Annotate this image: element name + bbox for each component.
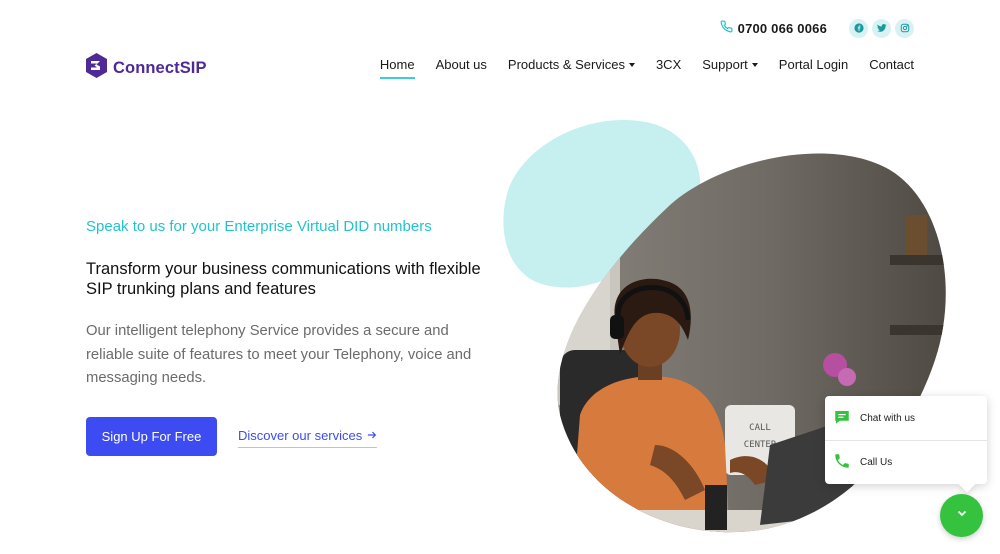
nav-label: Products & Services xyxy=(507,57,625,72)
nav-item-support[interactable]: Support xyxy=(702,57,758,72)
nav-item-portal-login[interactable]: Portal Login xyxy=(779,57,848,72)
nav-label: 3CX xyxy=(655,57,682,72)
hero-eyebrow: Speak to us for your Enterprise Virtual … xyxy=(86,218,432,235)
nav-item-3cx[interactable]: 3CX xyxy=(656,57,681,72)
twitter-icon[interactable] xyxy=(872,18,891,38)
discover-services-link[interactable]: Discover our services xyxy=(238,428,378,448)
nav-item-about[interactable]: About us xyxy=(436,57,487,72)
contact-popup: Chat with us Call Us xyxy=(825,396,987,493)
call-icon xyxy=(833,452,851,473)
nav-item-contact[interactable]: Contact xyxy=(869,57,914,72)
chat-toggle-button[interactable] xyxy=(940,494,983,537)
nav-item-products-services[interactable]: Products & Services xyxy=(508,57,635,72)
chat-with-us-option[interactable]: Chat with us xyxy=(825,396,987,440)
nav-label: Contact xyxy=(869,57,914,72)
hero-headline: Transform your business communications w… xyxy=(86,260,481,298)
image-sign-text: CALL xyxy=(749,423,771,433)
top-bar: 0700 066 0066 xyxy=(720,17,914,39)
social-links xyxy=(849,18,914,38)
brand-logo[interactable]: ConnectSIP xyxy=(86,53,207,83)
main-nav: Home About us Products & Services 3CX Su… xyxy=(379,57,914,79)
phone-link[interactable]: 0700 066 0066 xyxy=(720,20,827,36)
nav-label: Portal Login xyxy=(778,57,849,72)
chevron-down-icon xyxy=(955,506,969,525)
hero-description: Our intelligent telephony Service provid… xyxy=(86,323,472,386)
chat-label: Chat with us xyxy=(860,412,916,424)
phone-icon xyxy=(720,20,733,36)
nav-label: Home xyxy=(379,57,415,72)
nav-label: Support xyxy=(702,57,748,72)
brand-name: ConnectSIP xyxy=(113,58,207,77)
instagram-icon[interactable] xyxy=(895,18,914,38)
discover-label: Discover our services xyxy=(238,428,363,443)
phone-number: 0700 066 0066 xyxy=(737,20,827,36)
caret-down-icon xyxy=(751,62,758,67)
sign-up-button[interactable]: Sign Up For Free xyxy=(86,417,217,456)
nav-label: About us xyxy=(435,57,487,72)
caret-down-icon xyxy=(628,62,635,67)
arrow-right-icon xyxy=(367,428,377,443)
chat-bubble-icon xyxy=(833,408,851,429)
call-us-option[interactable]: Call Us xyxy=(825,440,987,484)
nav-item-home[interactable]: Home xyxy=(379,57,415,79)
facebook-icon[interactable] xyxy=(849,18,868,38)
call-label: Call Us xyxy=(860,457,893,468)
logo-mark-icon xyxy=(86,53,107,83)
